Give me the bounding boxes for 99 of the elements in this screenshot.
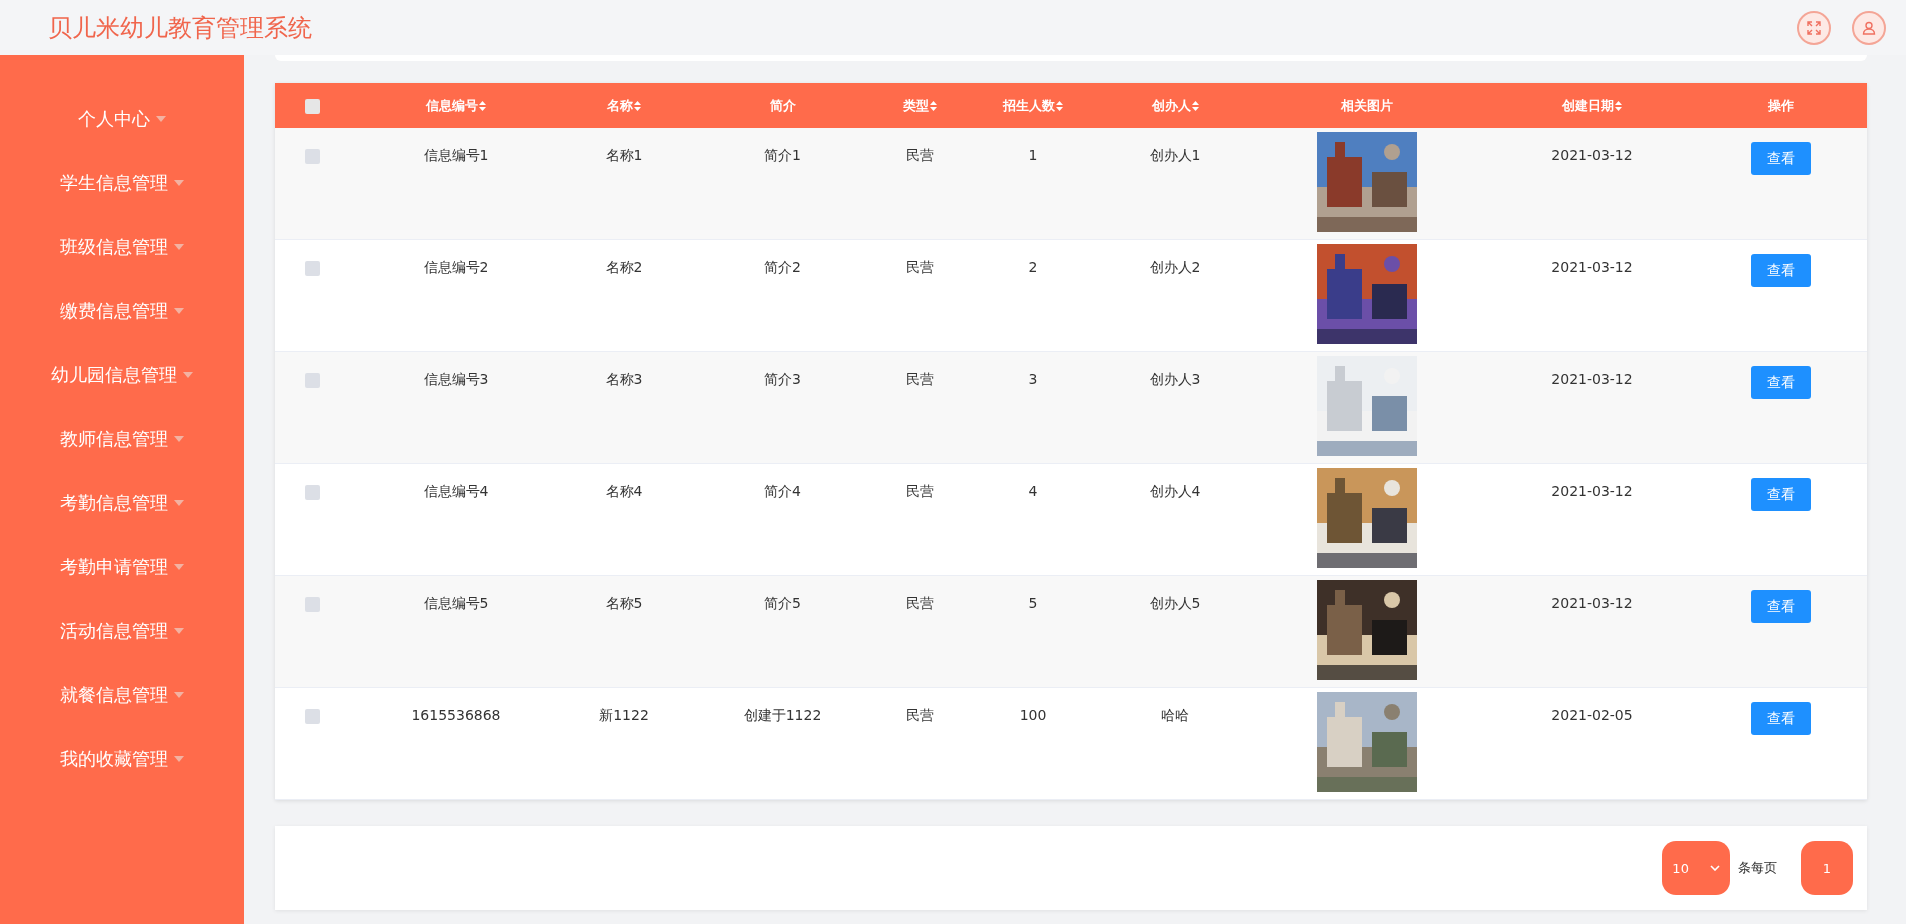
checkbox[interactable] — [304, 148, 320, 164]
sidebar-item[interactable]: 缴费信息管理 — [60, 279, 184, 343]
sidebar-item[interactable]: 个人中心 — [78, 87, 166, 151]
column-header: 简介 — [769, 97, 796, 113]
table-cell: 简介4 — [764, 483, 801, 499]
view-button[interactable]: 查看 — [1750, 254, 1811, 287]
table-cell: 2021-03-12 — [1551, 595, 1633, 611]
table-cell: 1615536868 — [411, 707, 501, 723]
view-button[interactable]: 查看 — [1750, 702, 1811, 735]
column-header: 名称 — [607, 97, 633, 113]
table-cell: 名称1 — [605, 147, 643, 163]
sidebar-item[interactable]: 考勤申请管理 — [60, 535, 184, 599]
sidebar-item[interactable]: 考勤信息管理 — [60, 471, 184, 535]
sort-icon[interactable] — [1615, 101, 1622, 111]
table-cell: 100 — [1019, 707, 1047, 723]
sort-icon[interactable] — [479, 101, 486, 111]
column-header: 类型 — [903, 97, 929, 113]
column-header: 操作 — [1767, 97, 1794, 113]
column-header: 信息编号 — [426, 97, 478, 113]
table-cell: 民营 — [906, 147, 934, 163]
user-icon[interactable] — [1852, 10, 1886, 45]
chevron-down-icon — [1709, 865, 1720, 871]
table-cell: 创办人5 — [1149, 595, 1201, 611]
table-cell: 1 — [1028, 147, 1038, 163]
table-cell: 创办人2 — [1149, 259, 1201, 275]
app-title: 贝儿米幼儿教育管理系统 — [48, 12, 313, 44]
checkbox[interactable] — [304, 596, 320, 612]
checkbox[interactable] — [304, 484, 320, 500]
table-cell: 3 — [1028, 371, 1038, 387]
table-cell: 信息编号2 — [423, 259, 489, 275]
sort-icon[interactable] — [930, 101, 937, 111]
view-button[interactable]: 查看 — [1750, 478, 1811, 511]
page-size-label: 条每页 — [1738, 859, 1777, 877]
checkbox[interactable] — [304, 708, 320, 724]
sort-icon[interactable] — [1056, 101, 1063, 111]
table-cell: 民营 — [906, 707, 934, 723]
table-cell: 名称3 — [605, 371, 643, 387]
table-cell: 民营 — [906, 483, 934, 499]
caret-icon — [183, 372, 193, 378]
table-cell: 哈哈 — [1161, 707, 1189, 723]
caret-icon — [174, 692, 184, 698]
column-header: 招生人数 — [1003, 97, 1055, 113]
caret-icon — [174, 564, 184, 570]
table-cell: 信息编号1 — [423, 147, 489, 163]
table-cell: 信息编号4 — [423, 483, 489, 499]
table-cell: 2 — [1028, 259, 1038, 275]
page-button[interactable]: 1 — [1801, 841, 1853, 895]
table-cell: 创办人3 — [1149, 371, 1201, 387]
caret-icon — [174, 436, 184, 442]
fullscreen-icon[interactable] — [1797, 10, 1831, 45]
caret-icon — [174, 628, 184, 634]
table-cell: 信息编号5 — [423, 595, 489, 611]
sort-icon[interactable] — [1191, 101, 1199, 111]
sidebar-item[interactable]: 就餐信息管理 — [60, 663, 184, 727]
sidebar-item[interactable]: 我的收藏管理 — [60, 727, 184, 791]
column-header: 创建日期 — [1562, 97, 1614, 113]
checkbox[interactable] — [304, 260, 320, 276]
checkbox[interactable] — [304, 372, 320, 388]
checkbox[interactable] — [304, 98, 320, 114]
table-cell: 2021-03-12 — [1551, 483, 1633, 499]
table-cell: 简介5 — [764, 595, 801, 611]
table-cell: 简介2 — [764, 259, 801, 275]
caret-icon — [174, 500, 184, 506]
table-cell: 2021-02-05 — [1551, 707, 1633, 723]
table-cell: 2021-03-12 — [1551, 259, 1633, 275]
caret-icon — [174, 244, 184, 250]
table-cell: 简介3 — [764, 371, 801, 387]
table-cell: 名称5 — [605, 595, 643, 611]
table-cell: 5 — [1028, 595, 1038, 611]
table-cell: 名称4 — [605, 483, 643, 499]
view-button[interactable]: 查看 — [1750, 142, 1811, 175]
table-cell: 创建于1122 — [743, 707, 822, 723]
table-cell: 简介1 — [764, 147, 801, 163]
caret-icon — [174, 756, 184, 762]
table-cell: 信息编号3 — [423, 371, 489, 387]
sidebar-item[interactable]: 教师信息管理 — [60, 407, 184, 471]
caret-icon — [174, 180, 184, 186]
table-cell: 创办人1 — [1149, 147, 1201, 163]
sidebar-item[interactable]: 学生信息管理 — [60, 151, 184, 215]
sort-icon[interactable] — [634, 101, 641, 111]
table-cell: 2021-03-12 — [1551, 147, 1633, 163]
page-size-select[interactable]: 10 — [1662, 841, 1730, 895]
caret-icon — [156, 116, 166, 122]
table-cell: 创办人4 — [1149, 483, 1201, 499]
column-header: 相关图片 — [1341, 97, 1393, 113]
view-button[interactable]: 查看 — [1750, 366, 1811, 399]
table-cell: 新1122 — [599, 707, 649, 723]
caret-icon — [174, 308, 184, 314]
column-header: 创办人 — [1151, 97, 1191, 113]
table-cell: 民营 — [906, 371, 934, 387]
table-cell: 名称2 — [605, 259, 643, 275]
view-button[interactable]: 查看 — [1750, 590, 1811, 623]
sidebar-item[interactable]: 活动信息管理 — [60, 599, 184, 663]
table-cell: 4 — [1028, 483, 1038, 499]
table-cell: 2021-03-12 — [1551, 371, 1633, 387]
sidebar-item[interactable]: 班级信息管理 — [60, 215, 184, 279]
table-cell: 民营 — [906, 595, 934, 611]
table-cell: 民营 — [906, 259, 934, 275]
sidebar-item[interactable]: 幼儿园信息管理 — [51, 343, 193, 407]
